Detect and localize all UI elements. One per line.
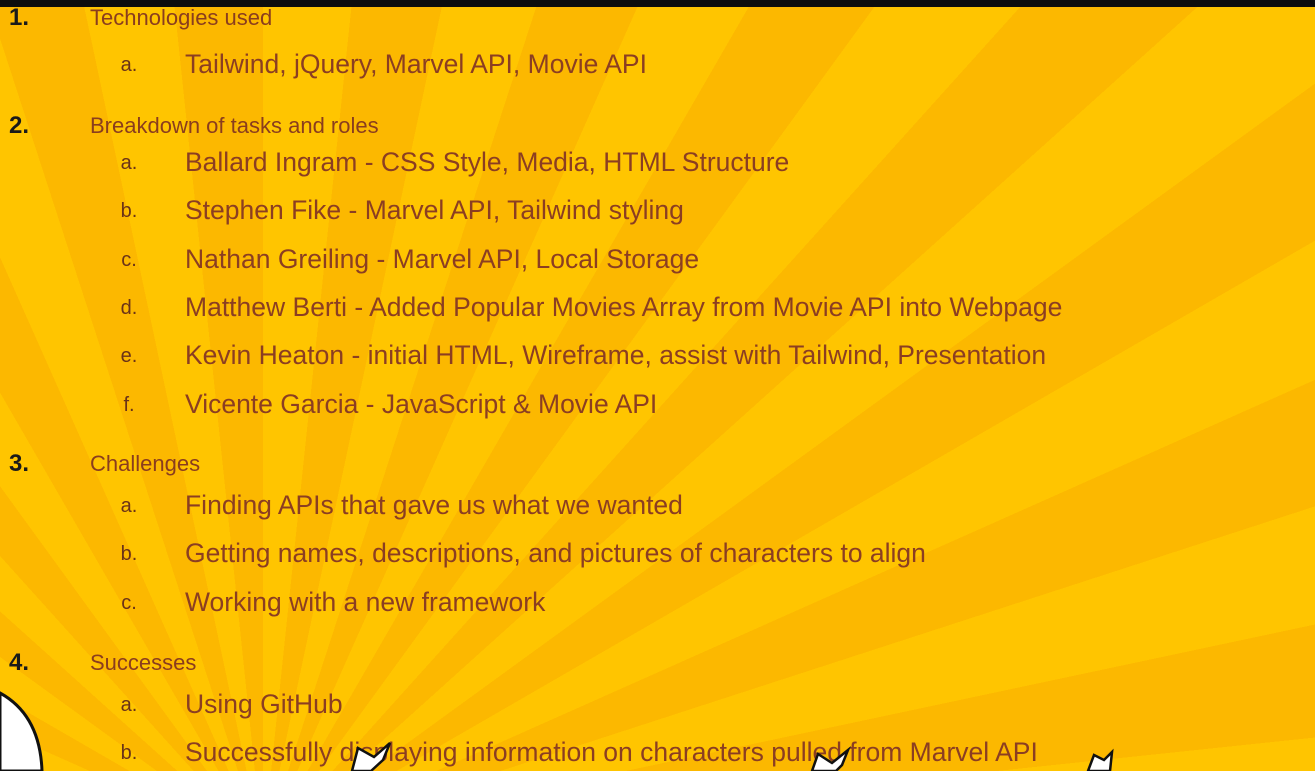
list-item: Tailwind, jQuery, Marvel API, Movie API (185, 49, 647, 79)
item-letter: c. (121, 249, 137, 271)
section-heading: Technologies used (90, 5, 273, 30)
item-letter: a. (120, 694, 138, 716)
item-letter: c. (121, 592, 137, 614)
item-letter: b. (120, 200, 138, 222)
section-number: 3. (9, 450, 30, 477)
list-item: Working with a new framework (185, 587, 546, 617)
list-item: Finding APIs that gave us what we wanted (185, 490, 683, 520)
section-heading: Successes (90, 650, 197, 675)
section-heading: Challenges (90, 451, 201, 476)
item-letter: d. (120, 297, 138, 319)
list-item: Stephen Fike - Marvel API, Tailwind styl… (185, 195, 684, 225)
outline-list: 1. Technologies used a. Tailwind, jQuery… (0, 0, 1315, 771)
list-item: Getting names, descriptions, and picture… (185, 538, 926, 568)
section-number: 1. (9, 4, 30, 31)
item-letter: b. (120, 742, 138, 764)
item-letter: a. (120, 54, 138, 76)
section-number: 4. (9, 649, 30, 676)
list-item: Ballard Ingram - CSS Style, Media, HTML … (185, 147, 790, 177)
item-letter: a. (120, 495, 138, 517)
section-heading: Breakdown of tasks and roles (90, 113, 379, 138)
item-letter: a. (120, 152, 138, 174)
section-number: 2. (9, 112, 30, 139)
list-item: Vicente Garcia - JavaScript & Movie API (185, 389, 658, 419)
list-item: Kevin Heaton - initial HTML, Wireframe, … (185, 340, 1047, 370)
item-letter: e. (120, 345, 138, 367)
slide-canvas: 1. Technologies used a. Tailwind, jQuery… (0, 0, 1315, 771)
list-item: Matthew Berti - Added Popular Movies Arr… (185, 292, 1063, 322)
list-item: Using GitHub (185, 689, 343, 719)
item-letter: f. (123, 394, 135, 416)
item-letter: b. (120, 543, 138, 565)
list-item: Nathan Greiling - Marvel API, Local Stor… (185, 244, 700, 274)
list-item: Successfully displaying information on c… (185, 737, 1038, 767)
